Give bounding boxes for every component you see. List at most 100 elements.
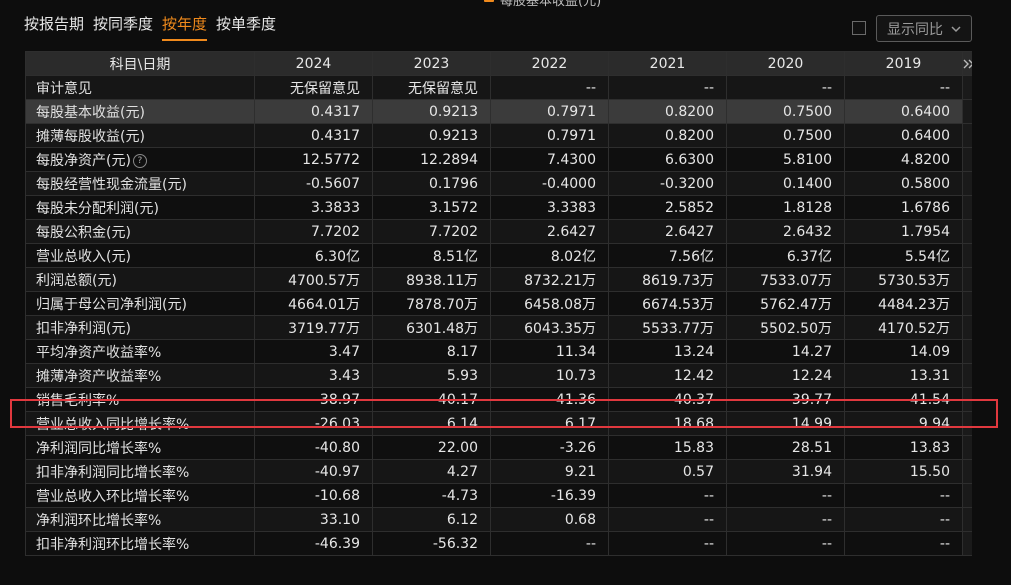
table-row[interactable]: 每股基本收益(元) 0.4317 0.9213 0.7971 0.8200 0.7500 0… — [25, 99, 972, 124]
row-value: -- — [844, 507, 963, 532]
scrollbar-track[interactable] — [962, 147, 972, 172]
scrollbar-track[interactable] — [962, 363, 972, 388]
scrollbar-track[interactable] — [962, 507, 972, 532]
table-row[interactable]: 营业总收入同比增长率% -26.03 6.14 6.17 18.68 14.99 9.94 — [25, 411, 972, 436]
scrollbar-track[interactable] — [962, 459, 972, 484]
row-value: 28.51 — [726, 435, 845, 460]
scrollbar-track[interactable] — [962, 531, 972, 556]
table-row[interactable]: 摊薄每股收益(元) 0.4317 0.9213 0.7971 0.8200 0.7500 0… — [25, 123, 972, 148]
tab-by-report-period[interactable]: 按报告期 — [24, 14, 84, 41]
row-value: 40.17 — [372, 387, 491, 412]
scrollbar-track[interactable] — [962, 435, 972, 460]
row-value: 6.12 — [372, 507, 491, 532]
row-value: 41.36 — [490, 387, 609, 412]
header-year[interactable]: 2022 — [490, 51, 609, 76]
scrollbar-track[interactable] — [962, 99, 972, 124]
row-value: 4.27 — [372, 459, 491, 484]
header-year[interactable]: 2024 — [254, 51, 373, 76]
header-year[interactable]: 2021 — [608, 51, 727, 76]
row-value: 40.37 — [608, 387, 727, 412]
more-columns-button[interactable] — [962, 51, 972, 76]
table-body: 审计意见 无保留意见 无保留意见 -- -- -- -- 每股基本收益(元) 0.4317 0.9… — [25, 75, 972, 556]
scrollbar-track[interactable] — [962, 339, 972, 364]
scrollbar-track[interactable] — [962, 75, 972, 100]
table-row[interactable]: 销售毛利率% 38.97 40.17 41.36 40.37 39.77 41.54 — [25, 387, 972, 412]
table-row[interactable]: 净利润环比增长率% 33.10 6.12 0.68 -- -- -- — [25, 507, 972, 532]
row-value: 6674.53万 — [608, 291, 727, 316]
row-label: 平均净资产收益率% — [25, 339, 255, 364]
row-value: 41.54 — [844, 387, 963, 412]
row-label-text: 每股基本收益(元) — [36, 104, 145, 121]
row-value: -40.80 — [254, 435, 373, 460]
table-row[interactable]: 利润总额(元) 4700.57万 8938.11万 8732.21万 8619.73万 7… — [25, 267, 972, 292]
row-value: 5762.47万 — [726, 291, 845, 316]
row-value: 13.83 — [844, 435, 963, 460]
table-row[interactable]: 营业总收入环比增长率% -10.68 -4.73 -16.39 -- -- -- — [25, 483, 972, 508]
scrollbar-track[interactable] — [962, 411, 972, 436]
table-row[interactable]: 净利润同比增长率% -40.80 22.00 -3.26 15.83 28.51 13.83 — [25, 435, 972, 460]
row-value: 18.68 — [608, 411, 727, 436]
row-value: 5730.53万 — [844, 267, 963, 292]
scrollbar-track[interactable] — [962, 195, 972, 220]
row-value: 8619.73万 — [608, 267, 727, 292]
scrollbar-track[interactable] — [962, 123, 972, 148]
table-row[interactable]: 每股经营性现金流量(元) -0.5607 0.1796 -0.4000 -0.3200 0… — [25, 171, 972, 196]
row-label-text: 每股净资产(元) — [36, 152, 131, 169]
table-row[interactable]: 扣非净利润同比增长率% -40.97 4.27 9.21 0.57 31.94 15.50 — [25, 459, 972, 484]
table-row[interactable]: 每股净资产(元)? 12.5772 12.2894 7.4300 6.6300 5.810… — [25, 147, 972, 172]
scrollbar-track[interactable] — [962, 291, 972, 316]
row-label: 扣非净利润(元) — [25, 315, 255, 340]
scrollbar-track[interactable] — [962, 171, 972, 196]
table-row[interactable]: 每股未分配利润(元) 3.3833 3.1572 3.3383 2.5852 1.8128… — [25, 195, 972, 220]
scrollbar-track[interactable] — [962, 243, 972, 268]
row-value: 8.51亿 — [372, 243, 491, 268]
financial-table: 科目\日期 2024 2023 2022 2021 2020 2019 审计意见… — [25, 51, 972, 556]
compare-select-label: 显示同比 — [887, 21, 943, 38]
header-year[interactable]: 2019 — [844, 51, 963, 76]
table-row[interactable]: 营业总收入(元) 6.30亿 8.51亿 8.02亿 7.56亿 6.37亿 5.54亿 — [25, 243, 972, 268]
tab-by-same-quarter[interactable]: 按同季度 — [93, 14, 153, 41]
header-year[interactable]: 2020 — [726, 51, 845, 76]
help-icon[interactable]: ? — [132, 153, 147, 168]
scrollbar-track[interactable] — [962, 267, 972, 292]
table-row[interactable]: 扣非净利润(元) 3719.77万 6301.48万 6043.35万 5533.77万… — [25, 315, 972, 340]
row-value: 12.24 — [726, 363, 845, 388]
row-value: -40.97 — [254, 459, 373, 484]
scrollbar-track[interactable] — [962, 219, 972, 244]
row-value: 1.6786 — [844, 195, 963, 220]
row-value: -- — [608, 483, 727, 508]
row-label-text: 营业总收入(元) — [36, 248, 131, 265]
row-value: 6301.48万 — [372, 315, 491, 340]
row-label: 营业总收入环比增长率% — [25, 483, 255, 508]
row-value: 3.1572 — [372, 195, 491, 220]
row-value: 2.6427 — [490, 219, 609, 244]
row-value: 3.3383 — [490, 195, 609, 220]
table-row[interactable]: 平均净资产收益率% 3.47 8.17 11.34 13.24 14.27 14.09 — [25, 339, 972, 364]
compare-select[interactable]: 显示同比 — [876, 15, 972, 42]
row-label-text: 扣非净利润(元) — [36, 320, 131, 337]
row-label: 审计意见 — [25, 75, 255, 100]
row-value: 0.7500 — [726, 123, 845, 148]
tab-by-year[interactable]: 按年度 — [162, 14, 208, 41]
row-value: -- — [726, 75, 845, 100]
table-row[interactable]: 摊薄净资产收益率% 3.43 5.93 10.73 12.42 12.24 13.31 — [25, 363, 972, 388]
row-label: 扣非净利润环比增长率% — [25, 531, 255, 556]
table-row[interactable]: 归属于母公司净利润(元) 4664.01万 7878.70万 6458.08万 6674… — [25, 291, 972, 316]
row-value: 0.1796 — [372, 171, 491, 196]
row-value: 33.10 — [254, 507, 373, 532]
compare-checkbox[interactable] — [852, 21, 866, 35]
header-year[interactable]: 2023 — [372, 51, 491, 76]
row-label: 营业总收入同比增长率% — [25, 411, 255, 436]
scrollbar-track[interactable] — [962, 315, 972, 340]
table-row[interactable]: 审计意见 无保留意见 无保留意见 -- -- -- -- — [25, 75, 972, 100]
row-label-text: 归属于母公司净利润(元) — [36, 296, 187, 313]
tab-by-single-quarter[interactable]: 按单季度 — [216, 14, 276, 41]
row-value: 2.6432 — [726, 219, 845, 244]
table-row[interactable]: 每股公积金(元) 7.7202 7.7202 2.6427 2.6427 2.6432 1.… — [25, 219, 972, 244]
table-header-row: 科目\日期 2024 2023 2022 2021 2020 2019 — [25, 51, 972, 76]
scrollbar-track[interactable] — [962, 483, 972, 508]
scrollbar-track[interactable] — [962, 387, 972, 412]
table-row[interactable]: 扣非净利润环比增长率% -46.39 -56.32 -- -- -- -- — [25, 531, 972, 556]
row-value: 4.8200 — [844, 147, 963, 172]
row-label: 营业总收入(元) — [25, 243, 255, 268]
